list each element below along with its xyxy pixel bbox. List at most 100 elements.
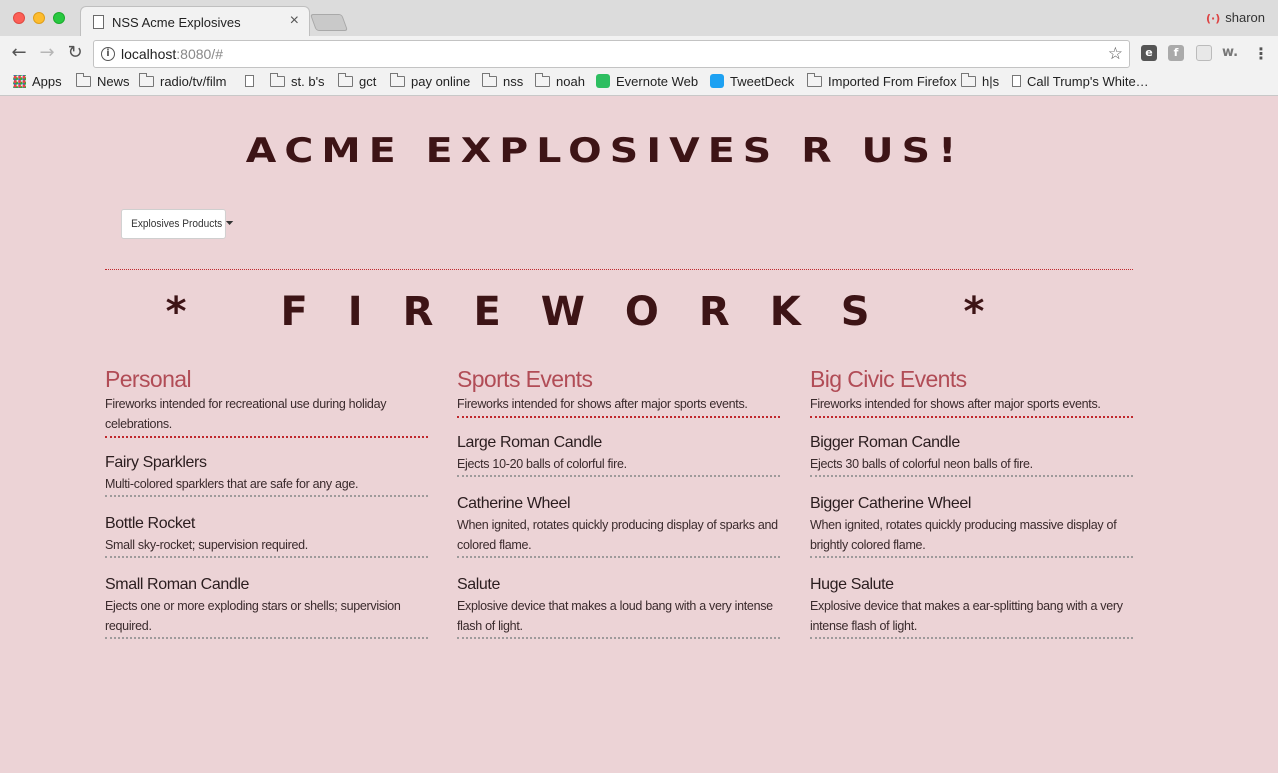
category-title: Sports Events [457,366,593,392]
bookmark-evernote-web[interactable]: Evernote Web [596,72,698,92]
bookmark-gct[interactable]: gct [338,72,376,92]
bookmark-news[interactable]: News [76,72,130,92]
product-description: Multi-colored sparklers that are safe fo… [105,477,359,491]
product-description: Explosive device that makes a ear-splitt… [810,599,1123,633]
folder-icon [482,73,497,87]
product-description: Explosive device that makes a loud bang … [457,599,773,633]
bookmark-hs[interactable]: h|s [961,72,999,92]
folder-icon [390,73,405,87]
extension-w-icon[interactable]: w. [1222,45,1238,61]
bookmark-noah[interactable]: noah [535,72,585,92]
browser-menu-icon[interactable]: ⋮ [1253,44,1269,63]
category-column-sports-events: Sports Events Fireworks intended for sho… [457,364,780,655]
folder-icon [76,73,91,87]
bookmark-call-trumps-white-house[interactable]: Call Trump's White… [1012,72,1149,92]
bookmark-nss[interactable]: nss [482,72,523,92]
tab-active[interactable]: NSS Acme Explosives × [80,6,310,36]
section-heading: * FIREWORKS * [165,289,1025,335]
bookmark-imported-from-firefox[interactable]: Imported From Firefox [807,72,957,92]
bookmark-label: TweetDeck [730,74,795,89]
product-name: Bottle Rocket [105,515,195,532]
product-item: Bigger Roman Candle Ejects 30 balls of c… [810,432,1133,477]
product-description: Ejects 10-20 balls of colorful fire. [457,457,627,471]
new-tab-button[interactable] [309,14,349,31]
maximize-window-button[interactable] [53,12,65,24]
bookmark-label: Evernote Web [616,74,699,89]
product-name: Catherine Wheel [457,495,571,512]
category-description: Fireworks intended for shows after major… [810,397,1101,411]
evernote-icon [596,74,610,88]
profile-button[interactable]: (·) sharon [1206,10,1265,25]
bookmark-label: pay online [411,74,471,89]
product-item: Catherine Wheel When ignited, rotates qu… [457,493,780,558]
product-name: Fairy Sparklers [105,454,207,471]
product-item: Large Roman Candle Ejects 10-20 balls of… [457,432,780,477]
bookmark-label: noah [556,74,585,89]
bookmark-tweetdeck[interactable]: TweetDeck [710,72,794,92]
category-header: Big Civic Events Fireworks intended for … [810,364,1133,418]
category-description: Fireworks intended for recreational use … [105,397,387,431]
product-item: Salute Explosive device that makes a lou… [457,574,780,639]
product-item: Fairy Sparklers Multi-colored sparklers … [105,452,428,497]
product-name: Bigger Roman Candle [810,434,960,451]
tab-close-icon[interactable]: × [290,12,299,30]
bookmark-label: News [97,74,130,89]
product-description: Ejects one or more exploding stars or sh… [105,599,401,633]
extension-icon[interactable] [1196,45,1212,61]
bookmark-label: gct [359,74,377,89]
address-bar[interactable]: i localhost:8080/# ☆ [93,40,1130,68]
close-window-button[interactable] [13,12,25,24]
bookmark-label: radio/tv/film [160,74,227,89]
tab-title: NSS Acme Explosives [112,15,241,30]
bookmarks-bar: Apps News radio/tv/film st. b's gct pay … [0,72,1278,92]
page-icon [245,75,254,87]
dropdown-label: Explosives Products [131,218,223,230]
category-header: Personal Fireworks intended for recreati… [105,364,428,438]
browser-chrome: NSS Acme Explosives × (·) sharon ← → ↻ i … [0,0,1278,96]
bookmark-label: Call Trump's White… [1027,74,1149,89]
folder-icon [338,73,353,87]
bookmark-label: Imported From Firefox [828,74,957,89]
folder-icon [535,73,550,87]
extension-icon[interactable]: f [1168,45,1184,61]
tab-strip: NSS Acme Explosives × (·) sharon [0,0,1278,36]
evernote-extension-icon[interactable]: e [1141,45,1157,61]
bookmark-label: h|s [982,74,1000,89]
product-item: Bottle Rocket Small sky-rocket; supervis… [105,513,428,558]
page-icon [93,15,104,29]
bookmark-star-icon[interactable]: ☆ [1108,44,1123,64]
products-dropdown[interactable]: Explosives Products [121,209,234,239]
bookmark-label: st. b's [291,74,325,89]
divider [105,269,1133,270]
profile-icon: (·) [1206,12,1221,25]
url-text[interactable]: localhost:8080/# [121,46,223,62]
forward-arrow-icon[interactable]: → [36,42,58,64]
bookmark-pay-online[interactable]: pay online [390,72,470,92]
bookmark-label: Apps [32,74,62,89]
info-icon[interactable]: i [101,47,115,61]
product-name: Large Roman Candle [457,434,602,451]
folder-icon [961,73,976,87]
category-title: Big Civic Events [810,366,967,392]
bookmark-st-bs[interactable]: st. b's [270,72,325,92]
url-host: localhost [121,46,177,62]
bookmark-apps[interactable]: Apps [13,72,62,92]
product-item: Bigger Catherine Wheel When ignited, rot… [810,493,1133,558]
minimize-window-button[interactable] [33,12,45,24]
folder-icon [139,73,154,87]
profile-name: sharon [1225,10,1265,25]
url-port-path: :8080/# [176,46,223,62]
folder-icon [807,73,822,87]
apps-grid-icon [13,75,26,88]
bookmark-radio-tv-film[interactable]: radio/tv/film [139,72,226,92]
category-title: Personal [105,366,192,392]
site-title: ACME EXPLOSIVES R US! [245,131,965,171]
bookmark-label: nss [503,74,524,89]
category-description: Fireworks intended for shows after major… [457,397,748,411]
bookmark-page[interactable] [245,72,254,92]
back-arrow-icon[interactable]: ← [8,42,30,64]
product-name: Huge Salute [810,576,894,593]
page-icon [1012,75,1021,87]
product-name: Salute [457,576,500,593]
reload-icon[interactable]: ↻ [64,42,86,64]
